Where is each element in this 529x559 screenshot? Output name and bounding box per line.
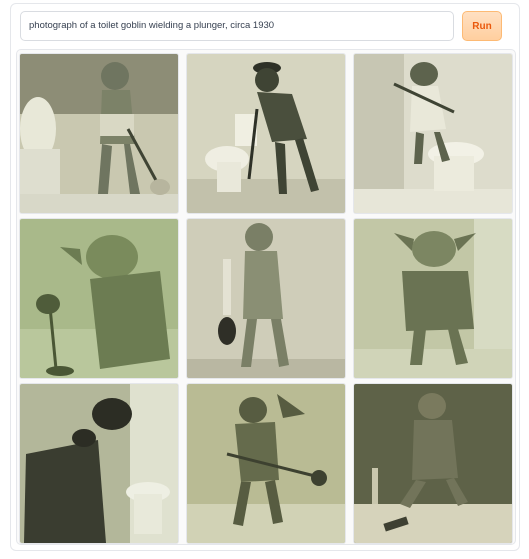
goblin-image-8[interactable] [187,384,345,543]
goblin-image-3[interactable] [354,54,512,213]
run-button[interactable]: Run [462,11,502,41]
goblin-image-9[interactable] [354,384,512,543]
goblin-image-7[interactable] [20,384,178,543]
goblin-image-2[interactable] [187,54,345,213]
goblin-image-6[interactable] [354,219,512,378]
goblin-image-1[interactable] [20,54,178,213]
image-gallery [16,49,516,545]
goblin-image-5[interactable] [187,219,345,378]
app-panel: photograph of a toilet goblin wielding a… [10,3,520,551]
prompt-input[interactable]: photograph of a toilet goblin wielding a… [20,11,454,41]
goblin-image-4[interactable] [20,219,178,378]
